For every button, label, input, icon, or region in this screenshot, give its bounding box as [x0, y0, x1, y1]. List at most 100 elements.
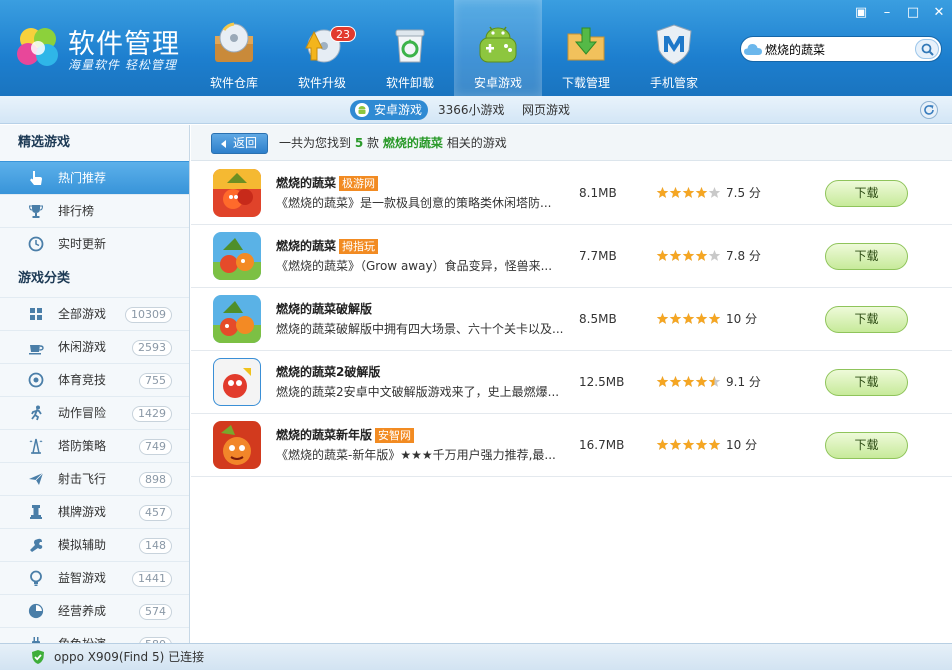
sidebar-item-shooting[interactable]: 射击飞行 898	[0, 462, 189, 495]
sidebar-item-simulation[interactable]: 模拟辅助 148	[0, 528, 189, 561]
rating-stars	[656, 313, 721, 324]
sidebar-item-all-games[interactable]: 全部游戏 10309	[0, 297, 189, 330]
connected-shield-icon	[32, 650, 44, 664]
game-name[interactable]: 燃烧的蔬菜破解版	[276, 300, 372, 317]
sidebar-item-realtime[interactable]: 实时更新	[0, 227, 189, 260]
download-button[interactable]: 下载	[825, 243, 908, 270]
header-toolbar: 软件管理 海量软件 轻松管理 软件仓库 23 软件升级 软件卸载 安卓游戏 下载…	[0, 0, 952, 96]
pie-icon	[28, 603, 44, 619]
summary-prefix: 一共为您找到	[279, 136, 352, 150]
clock-icon	[28, 236, 44, 252]
nav-android-games[interactable]: 安卓游戏	[454, 0, 542, 96]
category-count: 10309	[125, 307, 172, 323]
sidebar-item-puzzle[interactable]: 益智游戏 1441	[0, 561, 189, 594]
search-icon	[921, 43, 934, 56]
sidebar-item-hot[interactable]: 热门推荐	[0, 161, 189, 194]
back-arrow-icon	[221, 140, 226, 148]
nav-label: 软件仓库	[209, 76, 258, 90]
star-filled-icon	[682, 313, 695, 324]
star-filled-icon	[669, 313, 682, 324]
nav-phone-manager[interactable]: 手机管家	[630, 0, 718, 96]
subtab-android-games[interactable]: 安卓游戏	[350, 100, 429, 120]
nav-software-uninstall[interactable]: 软件卸载	[366, 0, 454, 96]
star-filled-icon	[669, 376, 682, 387]
sidebar-item-sports[interactable]: 体育竞技 755	[0, 363, 189, 396]
game-thumbnail	[213, 232, 261, 280]
device-status: oppo X909(Find 5) 已连接	[54, 644, 204, 670]
game-name[interactable]: 燃烧的蔬菜 极游网	[276, 174, 379, 191]
summary-unit: 款	[367, 136, 380, 150]
game-name[interactable]: 燃烧的蔬菜新年版 安智网	[276, 426, 415, 443]
skin-button[interactable]: ▣	[848, 2, 874, 24]
category-count: 2593	[132, 340, 172, 356]
game-description: 《燃烧的蔬菜》（Grow away）食品变异，怪兽来...	[276, 259, 553, 273]
game-row: 燃烧的蔬菜破解版 燃烧的蔬菜破解版中拥有四大场景、六十个关卡以及... 8.5M…	[191, 288, 952, 351]
sidebar-item-label: 塔防策略	[58, 439, 107, 453]
download-button[interactable]: 下载	[825, 180, 908, 207]
subtab-3366-games[interactable]: 3366小游戏	[432, 100, 511, 120]
game-score: 10 分	[726, 312, 758, 326]
game-name[interactable]: 燃烧的蔬菜 拇指玩	[276, 237, 379, 254]
download-button[interactable]: 下载	[825, 432, 908, 459]
sidebar-item-board[interactable]: 棋牌游戏 457	[0, 495, 189, 528]
shield-m-icon	[656, 24, 692, 65]
game-row: 燃烧的蔬菜2破解版 燃烧的蔬菜2安卓中文破解版游戏来了，史上最燃爆... 12.…	[191, 351, 952, 414]
tower-icon	[29, 438, 43, 454]
star-filled-icon	[708, 313, 721, 324]
game-thumbnail	[213, 421, 261, 469]
back-button[interactable]: 返回	[211, 133, 268, 154]
sidebar-item-label: 益智游戏	[58, 571, 107, 585]
cloud-icon	[744, 44, 762, 55]
game-name[interactable]: 燃烧的蔬菜2破解版	[276, 363, 380, 380]
star-icon	[708, 250, 721, 261]
download-folder-icon	[567, 27, 605, 61]
source-tag: 极游网	[339, 176, 379, 191]
game-description: 燃烧的蔬菜破解版中拥有四大场景、六十个关卡以及...	[276, 322, 564, 336]
download-button[interactable]: 下载	[825, 369, 908, 396]
minimize-button[interactable]: –	[874, 2, 900, 24]
sidebar-item-label: 角色扮演	[58, 628, 106, 643]
game-title: 燃烧的蔬菜破解版	[276, 302, 373, 316]
sidebar-item-action[interactable]: 动作冒险 1429	[0, 396, 189, 429]
subtab-web-games[interactable]: 网页游戏	[516, 100, 576, 120]
game-size: 8.1MB	[579, 186, 617, 200]
star-filled-icon	[656, 187, 669, 198]
sidebar-item-management[interactable]: 经营养成 574	[0, 594, 189, 627]
search-input[interactable]	[765, 40, 911, 58]
star-filled-icon	[656, 250, 669, 261]
maximize-button[interactable]: □	[900, 2, 926, 24]
star-filled-icon	[695, 250, 708, 261]
disc-box-icon	[215, 22, 253, 62]
sidebar-item-casual[interactable]: 休闲游戏 2593	[0, 330, 189, 363]
back-label: 返回	[232, 136, 257, 150]
sidebar-item-label: 热门推荐	[58, 171, 107, 185]
sidebar-item-label: 射击飞行	[58, 472, 107, 486]
nav-label: 下载管理	[561, 76, 610, 90]
game-row: 燃烧的蔬菜新年版 安智网 《燃烧的蔬菜-新年版》★★★千万用户强力推荐,最... …	[191, 414, 952, 477]
download-button[interactable]: 下载	[825, 306, 908, 333]
sidebar-item-roleplay[interactable]: 角色扮演 580	[0, 627, 189, 643]
star-filled-icon	[682, 376, 695, 387]
game-thumbnail	[213, 358, 261, 406]
app-slogan: 海量软件 轻松管理	[68, 58, 177, 72]
result-count: 5	[354, 136, 364, 150]
refresh-icon[interactable]	[920, 101, 938, 119]
category-count: 755	[139, 373, 172, 389]
sidebar-item-ranking[interactable]: 排行榜	[0, 194, 189, 227]
star-filled-icon	[695, 376, 708, 387]
sidebar-item-label: 经营养成	[58, 604, 107, 618]
game-description: 燃烧的蔬菜2安卓中文破解版游戏来了，史上最燃爆...	[276, 385, 560, 399]
hand-pointer-icon	[30, 171, 42, 185]
nav-software-upgrade[interactable]: 23 软件升级	[278, 0, 366, 96]
game-size: 12.5MB	[579, 375, 625, 389]
sidebar-item-label: 排行榜	[58, 204, 95, 218]
plane-icon	[29, 472, 44, 485]
running-man-icon	[31, 405, 42, 421]
close-button[interactable]: ✕	[926, 2, 952, 24]
nav-software-store[interactable]: 软件仓库	[190, 0, 278, 96]
search-button[interactable]	[915, 39, 939, 59]
plug-icon	[32, 637, 40, 643]
nav-download-manager[interactable]: 下载管理	[542, 0, 630, 96]
sidebar: 精选游戏 热门推荐 排行榜 实时更新 游戏分类 全部游戏 10309 休闲游戏 …	[0, 125, 190, 643]
sidebar-item-tower-defense[interactable]: 塔防策略 749	[0, 429, 189, 462]
